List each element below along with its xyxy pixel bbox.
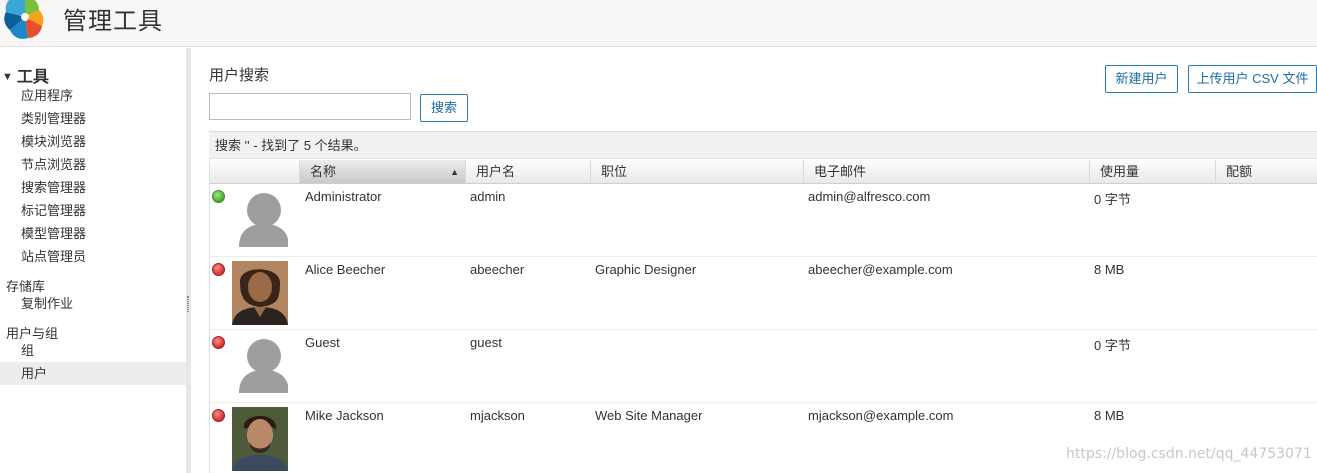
column-header-quota[interactable]: 配额 [1216, 160, 1317, 184]
user-usage: 0 字节 [1094, 338, 1131, 353]
sidebar-item-tag-manager[interactable]: 标记管理器 [0, 199, 186, 222]
splitter-grip-icon[interactable] [187, 296, 189, 312]
column-header-username[interactable]: 用户名 [466, 160, 591, 184]
user-name[interactable]: Mike Jackson [305, 408, 384, 423]
upload-csv-button[interactable]: 上传用户 CSV 文件 [1188, 65, 1317, 93]
user-name[interactable]: Administrator [305, 189, 382, 204]
sidebar-item-node-browser[interactable]: 节点浏览器 [0, 153, 186, 176]
alfresco-logo-icon [4, 0, 44, 39]
sidebar-item-category-manager[interactable]: 类别管理器 [0, 107, 186, 130]
default-avatar-icon [239, 339, 288, 393]
user-email: admin@alfresco.com [808, 189, 931, 204]
user-usage: 0 字节 [1094, 192, 1131, 207]
user-usage: 8 MB [1094, 262, 1125, 277]
sidebar-item-module-browser[interactable]: 模块浏览器 [0, 130, 186, 153]
app-title: 管理工具 [63, 8, 163, 35]
user-username: abeecher [470, 262, 525, 277]
online-status-icon [212, 190, 225, 203]
user-username: admin [470, 189, 506, 204]
user-username: mjackson [470, 408, 525, 423]
offline-status-icon [212, 263, 225, 276]
watermark-text: https://blog.csdn.net/qq_44753071 [1066, 446, 1312, 462]
column-header-email[interactable]: 电子邮件 [804, 160, 1090, 184]
user-name[interactable]: Guest [305, 335, 340, 350]
table-row[interactable] [210, 330, 1317, 403]
sidebar-item-users[interactable]: 用户 [0, 362, 186, 385]
offline-status-icon [212, 409, 225, 422]
column-header-status [210, 160, 300, 184]
sidebar-splitter[interactable] [186, 48, 191, 473]
column-header-name-label: 名称 [310, 164, 337, 179]
user-username: guest [470, 335, 502, 350]
result-count-text: 搜索 '' - 找到了 5 个结果。 [209, 131, 1317, 159]
user-job-title: Web Site Manager [595, 408, 703, 423]
user-email: abeecher@example.com [808, 262, 953, 277]
sort-ascending-icon: ▲ [450, 167, 459, 177]
sidebar-item-groups[interactable]: 组 [0, 339, 186, 362]
new-user-button[interactable]: 新建用户 [1105, 65, 1178, 93]
default-avatar-icon [239, 193, 288, 247]
search-button[interactable]: 搜索 [420, 94, 468, 122]
user-photo-avatar [232, 407, 288, 471]
app-header: 管理工具 [0, 0, 1317, 47]
user-email: mjackson@example.com [808, 408, 954, 423]
search-input[interactable] [209, 93, 411, 120]
sidebar-item-applications[interactable]: 应用程序 [0, 84, 186, 107]
user-usage: 8 MB [1094, 408, 1125, 423]
column-header-name[interactable]: 名称 ▲ [300, 160, 466, 184]
page-title: 用户搜索 [209, 67, 270, 84]
sidebar-item-model-manager[interactable]: 模型管理器 [0, 222, 186, 245]
column-header-usage[interactable]: 使用量 [1090, 160, 1216, 184]
user-name[interactable]: Alice Beecher [305, 262, 385, 277]
sidebar-item-search-manager[interactable]: 搜索管理器 [0, 176, 186, 199]
sidebar-item-replication-jobs[interactable]: 复制作业 [0, 292, 186, 315]
collapse-arrow-icon[interactable]: ▼ [2, 71, 13, 83]
user-photo-avatar [232, 261, 288, 325]
column-header-job-title[interactable]: 职位 [591, 160, 804, 184]
offline-status-icon [212, 336, 225, 349]
user-job-title: Graphic Designer [595, 262, 697, 277]
sidebar-item-site-manager[interactable]: 站点管理员 [0, 245, 186, 268]
